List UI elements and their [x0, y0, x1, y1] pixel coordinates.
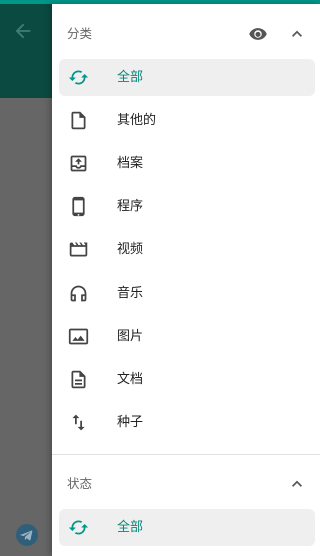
category-item-archive[interactable]: 档案	[59, 145, 315, 182]
category-item-label: 音乐	[117, 286, 144, 301]
category-item-label: 种子	[117, 415, 144, 430]
category-item-torrent[interactable]: 种子	[59, 404, 315, 441]
headphones-icon	[70, 285, 87, 302]
categories-header: 分类	[52, 8, 320, 60]
category-item-label: 程序	[117, 199, 144, 214]
section-divider	[52, 454, 320, 455]
status-header: 状态	[52, 458, 320, 510]
category-item-program[interactable]: 程序	[59, 188, 315, 225]
refresh-icon	[68, 520, 89, 535]
category-item-label: 文档	[117, 372, 144, 387]
categories-title: 分类	[67, 26, 93, 41]
chevron-up-icon[interactable]	[287, 474, 307, 494]
category-item-label: 图片	[117, 329, 144, 344]
archive-icon	[70, 155, 87, 172]
telegram-icon[interactable]	[15, 523, 39, 547]
category-item-label: 视频	[117, 242, 144, 257]
eye-icon[interactable]	[248, 24, 268, 44]
category-item-all[interactable]: 全部	[59, 59, 315, 96]
category-item-image[interactable]: 图片	[59, 318, 315, 355]
category-item-music[interactable]: 音乐	[59, 275, 315, 312]
category-item-label: 档案	[117, 156, 144, 171]
chevron-up-icon[interactable]	[287, 24, 307, 44]
category-item-label: 全部	[117, 70, 144, 85]
phone-icon	[72, 196, 85, 217]
arrow-left-icon[interactable]	[12, 20, 34, 42]
category-item-document[interactable]: 文档	[59, 361, 315, 398]
status-title: 状态	[67, 476, 93, 491]
clapperboard-icon	[69, 242, 88, 257]
document-icon	[71, 370, 86, 389]
status-item-all[interactable]: 全部	[59, 509, 315, 546]
category-item-other[interactable]: 其他的	[59, 102, 315, 139]
filter-drawer: 分类 全部 其他的 档案 程序 视频 音乐 图片 文档 种子 状态 全部	[52, 4, 320, 556]
status-item-label: 全部	[117, 520, 144, 535]
image-icon	[68, 328, 89, 345]
refresh-icon	[68, 70, 89, 85]
category-item-label: 其他的	[117, 113, 157, 128]
file-icon	[71, 111, 86, 130]
category-item-video[interactable]: 视频	[59, 231, 315, 268]
swap-vertical-icon	[72, 414, 85, 431]
